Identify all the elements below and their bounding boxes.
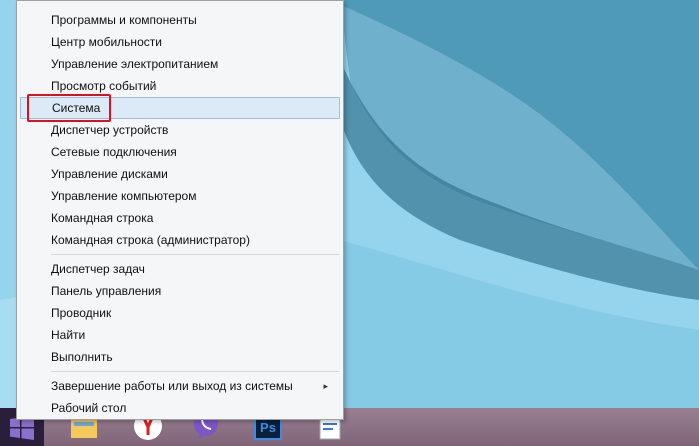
menu-item-shutdown-signout[interactable]: Завершение работы или выход из системы ▸ bbox=[20, 375, 340, 397]
menu-item-command-prompt-admin[interactable]: Командная строка (администратор) bbox=[20, 229, 340, 251]
menu-item-label: Сетевые подключения bbox=[51, 145, 177, 159]
menu-item-label: Найти bbox=[51, 328, 86, 342]
menu-item-network-connections[interactable]: Сетевые подключения bbox=[20, 141, 340, 163]
menu-item-label: Выполнить bbox=[51, 350, 113, 364]
menu-item-label: Проводник bbox=[51, 306, 112, 320]
photoshop-label: Ps bbox=[260, 419, 276, 435]
menu-item-computer-management[interactable]: Управление компьютером bbox=[20, 185, 340, 207]
menu-item-search[interactable]: Найти bbox=[20, 324, 340, 346]
menu-separator bbox=[51, 254, 339, 255]
menu-item-label: Управление электропитанием bbox=[51, 57, 219, 71]
menu-item-label: Рабочий стол bbox=[51, 401, 127, 415]
menu-item-mobility-center[interactable]: Центр мобильности bbox=[20, 31, 340, 53]
menu-item-label: Диспетчер задач bbox=[51, 262, 145, 276]
menu-item-label: Командная строка bbox=[51, 211, 154, 225]
menu-item-label: Просмотр событий bbox=[51, 79, 157, 93]
menu-item-explorer[interactable]: Проводник bbox=[20, 302, 340, 324]
menu-item-label: Командная строка (администратор) bbox=[51, 233, 250, 247]
menu-item-disk-management[interactable]: Управление дисками bbox=[20, 163, 340, 185]
menu-item-run[interactable]: Выполнить bbox=[20, 346, 340, 368]
menu-item-label: Управление дисками bbox=[51, 167, 168, 181]
menu-item-task-manager[interactable]: Диспетчер задач bbox=[20, 258, 340, 280]
menu-item-label: Центр мобильности bbox=[51, 35, 162, 49]
menu-item-label: Завершение работы или выход из системы bbox=[51, 379, 293, 393]
menu-item-label: Диспетчер устройств bbox=[51, 123, 169, 137]
menu-item-device-manager[interactable]: Диспетчер устройств bbox=[20, 119, 340, 141]
menu-item-label: Панель управления bbox=[51, 284, 162, 298]
menu-item-desktop[interactable]: Рабочий стол bbox=[20, 397, 340, 419]
menu-item-programs-features[interactable]: Программы и компоненты bbox=[20, 9, 340, 31]
menu-separator bbox=[51, 371, 339, 372]
annotation-highlight-box bbox=[27, 94, 111, 122]
winx-context-menu: Программы и компоненты Центр мобильности… bbox=[16, 0, 344, 420]
menu-item-label: Управление компьютером bbox=[51, 189, 197, 203]
menu-item-label: Программы и компоненты bbox=[51, 13, 197, 27]
menu-item-command-prompt[interactable]: Командная строка bbox=[20, 207, 340, 229]
menu-item-control-panel[interactable]: Панель управления bbox=[20, 280, 340, 302]
submenu-arrow-icon: ▸ bbox=[323, 381, 328, 391]
menu-item-power-options[interactable]: Управление электропитанием bbox=[20, 53, 340, 75]
